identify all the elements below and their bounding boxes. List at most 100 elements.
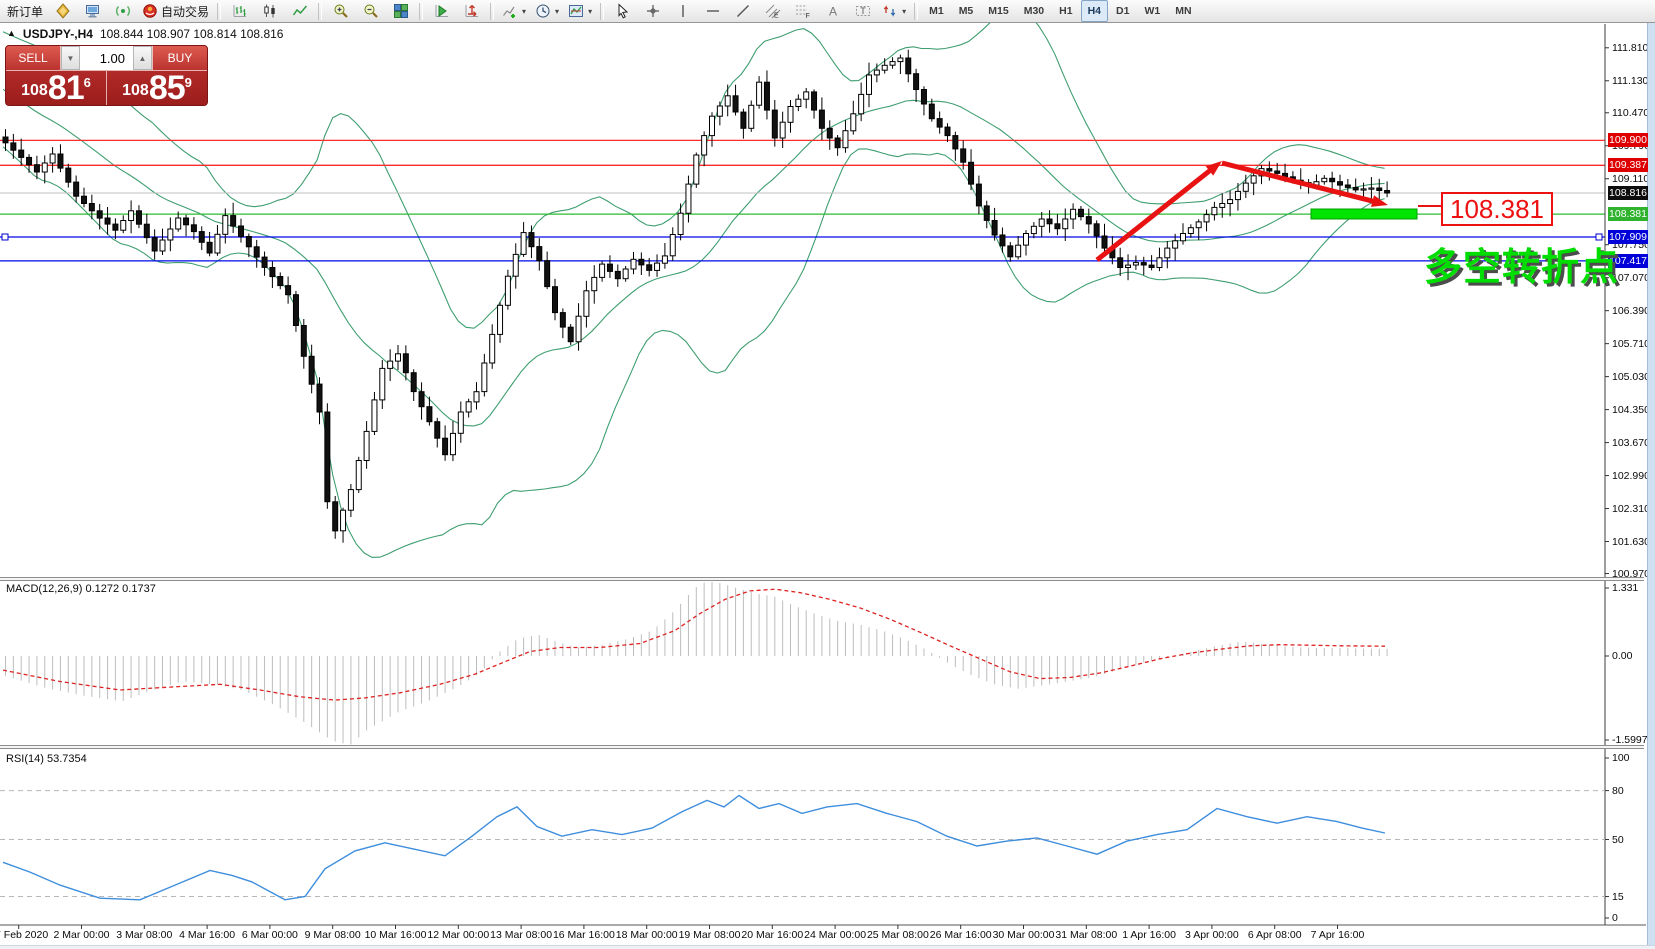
- textA-icon: A: [825, 3, 841, 19]
- sell-button[interactable]: SELL: [6, 46, 61, 70]
- text-label-button[interactable]: T: [848, 0, 877, 22]
- buy-big-figure: 108: [122, 82, 149, 100]
- template-icon: [568, 3, 584, 19]
- support-zone-bar: [1311, 209, 1417, 219]
- tile-windows-button[interactable]: [386, 0, 415, 22]
- toolbar-separator: [217, 3, 221, 20]
- symbol-quote-row: ▲ USDJPY-,H4 108.844 108.907 108.814 108…: [7, 27, 283, 41]
- timeframe-h1[interactable]: H1: [1052, 0, 1079, 22]
- template-button[interactable]: ▾: [564, 0, 596, 22]
- timeframe-h4[interactable]: H4: [1081, 0, 1108, 22]
- chart-canvas[interactable]: [0, 0, 1655, 949]
- hline-button[interactable]: [698, 0, 727, 22]
- new-order-button[interactable]: 新订单: [3, 0, 47, 22]
- add-indicator-button[interactable]: ▾: [498, 0, 530, 22]
- signal-button[interactable]: [108, 0, 137, 22]
- chevron-down-icon: ▾: [902, 7, 906, 16]
- toolbar-group: [326, 0, 415, 22]
- chevron-down-icon: ▾: [555, 7, 559, 16]
- bollinger-bands: [3, 6, 1385, 557]
- channel-button[interactable]: E: [758, 0, 787, 22]
- vline-button[interactable]: [668, 0, 697, 22]
- drawn-annotations[interactable]: [1097, 161, 1441, 260]
- zoom-out-button[interactable]: [356, 0, 385, 22]
- crosshair-button[interactable]: [638, 0, 667, 22]
- sell-pip: 6: [84, 75, 91, 90]
- candles-icon: [262, 3, 278, 19]
- volume-increase-button[interactable]: ▲: [133, 46, 152, 70]
- timeframe-m5[interactable]: M5: [952, 0, 981, 22]
- symbol-title: USDJPY-,H4: [23, 27, 93, 41]
- autoshift-icon: [434, 3, 450, 19]
- new-order-button-label: 新订单: [7, 3, 43, 20]
- svg-text:A: A: [829, 5, 837, 19]
- volume-spinner: ▼ 1.00 ▲: [61, 46, 152, 70]
- channel-icon: E: [765, 3, 781, 19]
- candle-chart-button[interactable]: [255, 0, 284, 22]
- zoom-in-button[interactable]: [326, 0, 355, 22]
- line-handle: [2, 234, 8, 240]
- mt4-window: 新订单 自动交易 ▾ ▾ ▾ EFA T ▾ M1M5M15M30H1H4D1W1MN ▲ US…: [0, 0, 1655, 949]
- autotrading-button[interactable]: 自动交易: [138, 0, 213, 22]
- period-button[interactable]: ▾: [531, 0, 563, 22]
- timeframe-m30[interactable]: M30: [1017, 0, 1051, 22]
- cursor-button[interactable]: [608, 0, 637, 22]
- chevron-down-icon: ▾: [522, 7, 526, 16]
- volume-input[interactable]: 1.00: [80, 46, 133, 70]
- hline-icon: [705, 3, 721, 19]
- trendline-button[interactable]: [728, 0, 757, 22]
- shapes-icon: [882, 3, 898, 19]
- bar-chart-button[interactable]: [225, 0, 254, 22]
- timeframe-mn[interactable]: MN: [1168, 0, 1198, 22]
- indicators-icon: [502, 3, 518, 19]
- buy-pip: 9: [185, 75, 192, 90]
- toolbar-group: [427, 0, 486, 22]
- toolbar-separator: [914, 3, 918, 20]
- chart-shift-button[interactable]: [457, 0, 486, 22]
- line-chart-button[interactable]: [285, 0, 314, 22]
- arrows-button[interactable]: ▾: [878, 0, 910, 22]
- terminal-button[interactable]: [78, 0, 107, 22]
- price-level-badge: 108.816: [1608, 186, 1648, 200]
- sell-points: 81: [48, 71, 84, 105]
- support-price-callout[interactable]: 108.381: [1441, 192, 1553, 226]
- shift-icon: [464, 3, 480, 19]
- timeframe-d1[interactable]: D1: [1109, 0, 1136, 22]
- timeframe-group: M1M5M15M30H1H4D1W1MN: [922, 0, 1198, 22]
- fibonacci-button[interactable]: F: [788, 0, 817, 22]
- toolbar-separator: [419, 3, 423, 20]
- price-level-badge: 109.387: [1608, 158, 1648, 172]
- rsi-indicator: [0, 791, 1605, 900]
- volume-decrease-button[interactable]: ▼: [61, 46, 80, 70]
- buy-price[interactable]: 108 85 9: [107, 71, 207, 105]
- rsi-panel-splitter[interactable]: [0, 745, 1644, 749]
- timeframe-w1[interactable]: W1: [1137, 0, 1167, 22]
- toolbar-separator: [318, 3, 322, 20]
- sell-price[interactable]: 108 81 6: [6, 71, 107, 105]
- text-button[interactable]: A: [818, 0, 847, 22]
- seal-button[interactable]: [48, 0, 77, 22]
- one-click-trading-panel: SELL ▼ 1.00 ▲ BUY 108 81 6 108 85 9: [5, 45, 208, 106]
- toolbar-group: EFA T ▾: [608, 0, 910, 22]
- sell-big-figure: 108: [21, 82, 48, 100]
- collapse-quotes-icon[interactable]: ▲: [7, 28, 16, 38]
- tiles-icon: [393, 3, 409, 19]
- turning-point-annotation[interactable]: 多空转折点: [1424, 236, 1619, 291]
- timeframe-m1[interactable]: M1: [922, 0, 951, 22]
- trendline-icon: [735, 3, 751, 19]
- macd-panel-splitter[interactable]: [0, 577, 1644, 581]
- toolbar-separator: [490, 3, 494, 20]
- rsi-label: RSI(14) 53.7354: [6, 753, 87, 765]
- label-icon: T: [855, 3, 871, 19]
- zoomout-icon: [363, 3, 379, 19]
- timeframe-m15[interactable]: M15: [981, 0, 1015, 22]
- toolbar-separator: [600, 3, 604, 20]
- price-level-badge: 109.900: [1608, 133, 1648, 147]
- barchart-icon: [232, 3, 248, 19]
- buy-button[interactable]: BUY: [152, 46, 207, 70]
- auto-scroll-button[interactable]: [427, 0, 456, 22]
- toolbar-group: 新订单 自动交易: [3, 0, 213, 22]
- symbol-ohlc-values: 108.844 108.907 108.814 108.816: [100, 27, 284, 41]
- toolbar-group: ▾ ▾ ▾: [498, 0, 596, 22]
- seal-icon: [55, 3, 71, 19]
